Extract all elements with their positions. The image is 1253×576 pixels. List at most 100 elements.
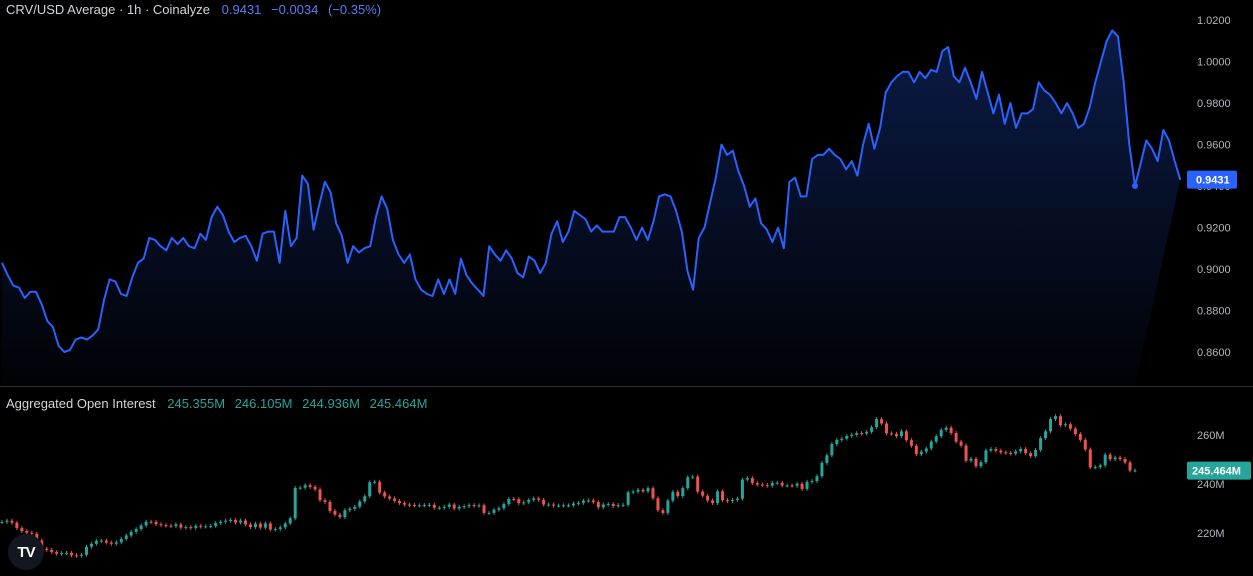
oi-candle-body — [805, 481, 809, 489]
oi-candle-body — [253, 523, 257, 528]
oi-candle-body — [974, 458, 978, 467]
oi-candle-body — [1014, 451, 1018, 454]
oi-candle-body — [338, 514, 342, 518]
oi-candle-body — [164, 525, 168, 527]
oi-candle-body — [929, 441, 933, 449]
oi-candle-body — [20, 528, 24, 532]
oi-high: 246.105M — [234, 396, 293, 411]
oi-candle-body — [571, 503, 575, 506]
oi-candle-body — [204, 526, 208, 528]
price-chart[interactable]: 1.02001.00000.98000.96000.94000.92000.90… — [0, 0, 1253, 386]
oi-candle-body — [820, 462, 824, 477]
oi-candle-body — [1019, 448, 1023, 452]
oi-candle-body — [641, 489, 645, 492]
oi-candle-body — [517, 499, 521, 504]
oi-candle-body — [154, 521, 158, 525]
oi-candle-body — [45, 548, 49, 550]
oi-candle-body — [775, 482, 779, 484]
price-area-fill — [2, 30, 1181, 386]
oi-candle-body — [1118, 457, 1122, 460]
oi-candle-body — [84, 546, 88, 555]
oi-candle-body — [457, 506, 461, 509]
oi-candle-body — [462, 506, 466, 508]
open-interest-chart[interactable]: 260M 240M 220M 245.464M — [0, 387, 1253, 576]
oi-candle-body — [701, 491, 705, 496]
oi-candle-body — [482, 505, 486, 513]
oi-candle-body — [363, 496, 367, 502]
oi-candle-body — [174, 524, 178, 527]
oi-candle-body — [875, 419, 879, 428]
oi-candle-body — [601, 504, 605, 508]
open-interest-pane[interactable]: 260M 240M 220M 245.464M — [0, 387, 1253, 576]
indicator-title[interactable]: Aggregated Open Interest — [6, 396, 156, 411]
oi-candle-body — [432, 504, 436, 508]
oi-candle-body — [298, 487, 302, 489]
oi-candle-body — [144, 521, 148, 526]
oi-candle-body — [388, 496, 392, 499]
oi-candle-body — [780, 482, 784, 486]
oi-candle-body — [810, 481, 814, 483]
oi-candle-body — [850, 434, 854, 436]
oi-candle-body — [860, 433, 864, 435]
oi-candle-body — [711, 500, 715, 504]
oi-candle-body — [199, 525, 203, 527]
oi-candle-body — [278, 527, 282, 530]
oi-candle-body — [422, 505, 426, 507]
oi-candle-body — [1029, 453, 1033, 457]
oi-candle-body — [800, 483, 804, 489]
oi-candle-body — [323, 500, 327, 502]
oi-candle-body — [368, 482, 372, 497]
last-price: 0.9431 — [221, 2, 262, 17]
oi-candle-body — [1108, 454, 1112, 460]
oi-candle-body — [562, 505, 566, 507]
oi-close: 245.464M — [369, 396, 428, 411]
oi-candle-body — [596, 502, 600, 508]
oi-candle-body — [149, 521, 153, 523]
oi-candle-body — [348, 508, 352, 511]
oi-candle-body — [959, 441, 963, 446]
oi-candle-body — [412, 505, 416, 507]
oi-candle-body — [924, 448, 928, 452]
open-interest-legend: Aggregated Open Interest 245.355M 246.10… — [6, 396, 433, 411]
symbol-title[interactable]: CRV/USD Average · 1h · Coinalyze — [6, 2, 210, 17]
oi-candle-body — [626, 492, 630, 505]
oi-candle-body — [318, 489, 322, 501]
oi-open: 245.355M — [167, 396, 226, 411]
oi-candle-body — [1009, 452, 1013, 454]
oi-candle-body — [835, 439, 839, 445]
oi-candle-body — [954, 433, 958, 442]
oi-candle-body — [726, 500, 730, 502]
oi-candle-body — [1078, 434, 1082, 440]
oi-candle-body — [894, 433, 898, 437]
oi-candle-body — [944, 427, 948, 430]
price-chart-pane[interactable]: 1.02001.00000.98000.96000.94000.92000.90… — [0, 0, 1253, 386]
oi-candle-body — [1083, 439, 1087, 450]
oi-candle-body — [89, 543, 93, 547]
oi-candle-body — [229, 520, 233, 522]
oi-candle-body — [552, 504, 556, 506]
oi-candle-body — [283, 523, 287, 528]
price-axis-tick: 1.0000 — [1197, 57, 1231, 69]
oi-candle-body — [288, 518, 292, 524]
oi-candle-body — [656, 498, 660, 511]
oi-candle-body — [755, 483, 759, 485]
oi-candle-body — [1103, 454, 1107, 466]
oi-axis-tick: 240M — [1197, 479, 1225, 491]
oi-candle-body — [94, 540, 98, 544]
oi-candle-body — [1113, 457, 1117, 460]
oi-candle-body — [194, 525, 198, 528]
oi-candle-body — [989, 448, 993, 451]
oi-candle-body — [745, 478, 749, 480]
oi-candle-body — [497, 508, 501, 510]
oi-candle-body — [730, 499, 734, 501]
oi-candle-body — [1133, 470, 1137, 472]
oi-candle-body — [1073, 428, 1077, 435]
tradingview-logo-icon[interactable]: TV — [8, 534, 44, 570]
oi-candle-body — [25, 531, 29, 533]
oi-candle-body — [452, 504, 456, 509]
oi-candle-body — [328, 501, 332, 511]
price-axis-tick: 0.9200 — [1197, 223, 1231, 235]
oi-candle-body — [378, 481, 382, 493]
oi-candle-body — [1024, 448, 1028, 454]
oi-candle-body — [179, 524, 183, 528]
